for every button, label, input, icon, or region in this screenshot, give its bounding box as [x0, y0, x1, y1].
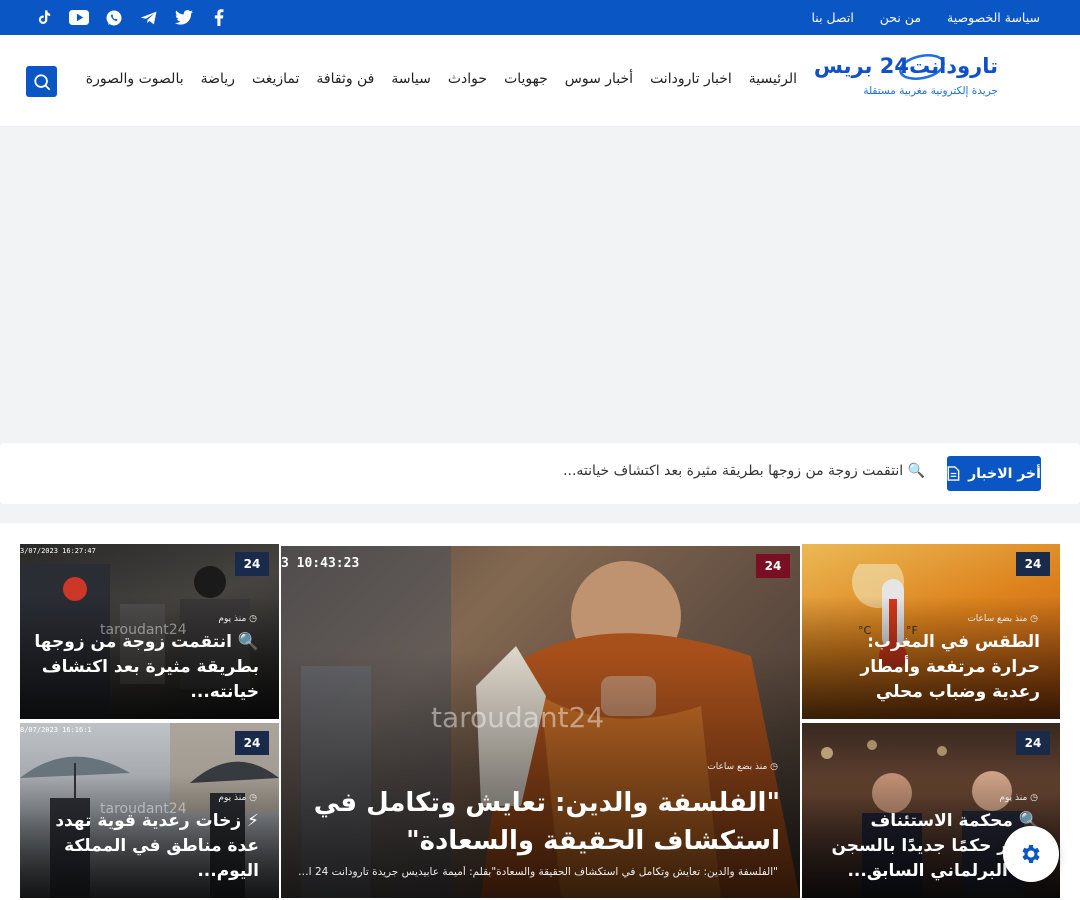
privacy-policy-link[interactable]: سياسة الخصوصية: [947, 10, 1040, 25]
card-title: 🔍 انتقمت زوجة من زوجها بطريقة مثيرة بعد …: [34, 632, 259, 702]
featured-card-revenge[interactable]: 3/07/2023 16:27:47 taroudant24 24 ◷ منذ …: [20, 544, 279, 719]
gear-icon: [1022, 845, 1040, 863]
latest-news-text: أخر الاخبار: [968, 465, 1041, 482]
card-time: ◷ منذ يوم: [218, 614, 257, 624]
card-time: ◷ منذ يوم: [218, 793, 257, 803]
image-timestamp: 3/07/2023 16:27:47: [20, 547, 96, 555]
image-timestamp: 3 10:43:23: [281, 556, 360, 571]
card-badge: 24: [1016, 552, 1050, 576]
logo-brand: تارودانت24 بريس: [813, 54, 998, 78]
nav-item-tamazight[interactable]: تمازيغت: [252, 71, 299, 87]
card-badge: 24: [756, 554, 790, 578]
search-button[interactable]: [26, 66, 57, 97]
ad-placeholder: [0, 128, 1080, 440]
site-header: تارودانت24 بريس جريدة إلكترونية مغربية م…: [0, 35, 1080, 127]
image-timestamp: 8/07/2023 16:16:1: [20, 726, 92, 734]
document-icon: [947, 466, 960, 481]
clock-icon: ◷: [246, 793, 257, 803]
card-title: "الفلسفة والدين: تعايش وتكامل في استكشاف…: [313, 788, 780, 856]
card-time: ◷ منذ بضع ساعات: [967, 614, 1038, 624]
nav-item-incidents[interactable]: حوادث: [448, 71, 487, 87]
logo-tagline: جريدة إلكترونية مغربية مستقلة: [863, 85, 998, 97]
settings-button[interactable]: [1003, 826, 1059, 882]
ticker-headline[interactable]: 🔍 انتقمت زوجة من زوجها بطريقة مثيرة بعد …: [563, 463, 925, 479]
main-nav: الرئيسية اخبار تارودانت أخبار سوس جهويات…: [57, 65, 797, 97]
social-links: [34, 0, 229, 35]
search-icon: [33, 73, 50, 90]
telegram-icon[interactable]: [139, 8, 159, 28]
featured-card-storms[interactable]: 8/07/2023 16:16:1 taroudant24 24 ◷ منذ ي…: [20, 723, 279, 898]
nav-item-art-culture[interactable]: فن وثقافة: [316, 71, 374, 87]
facebook-icon[interactable]: [209, 8, 229, 28]
nav-item-taroudant-news[interactable]: اخبار تارودانت: [650, 71, 732, 87]
contact-us-link[interactable]: اتصل بنا: [812, 10, 854, 25]
card-title: ⚡ زخات رعدية قوية تهدد عدة مناطق في المم…: [55, 811, 259, 881]
site-logo[interactable]: تارودانت24 بريس جريدة إلكترونية مغربية م…: [814, 54, 998, 104]
clock-icon: ◷: [246, 614, 257, 624]
youtube-icon[interactable]: [69, 8, 89, 28]
clock-icon: ◷: [767, 762, 778, 772]
top-bar: سياسة الخصوصية من نحن اتصل بنا: [0, 0, 1080, 35]
nav-item-souss-news[interactable]: أخبار سوس: [565, 71, 633, 87]
featured-card-weather[interactable]: °C °F 24 ◷ منذ بضع ساعات الطقس في المغرب…: [802, 544, 1060, 719]
nav-item-sports[interactable]: رياضة: [201, 71, 235, 87]
card-excerpt: "الفلسفة والدين: تعايش وتكامل في استكشاف…: [298, 866, 778, 878]
card-time: ◷ منذ يوم: [999, 793, 1038, 803]
card-badge: 24: [235, 731, 269, 755]
card-time: ◷ منذ بضع ساعات: [707, 762, 778, 772]
card-title: الطقس في المغرب: حرارة مرتفعة وأمطار رعد…: [860, 632, 1040, 702]
latest-news-label[interactable]: أخر الاخبار: [947, 456, 1041, 491]
image-watermark: taroudant24: [431, 701, 605, 734]
featured-card-philosophy[interactable]: 3 10:43:23 taroudant24 24 ◷ منذ بضع ساعا…: [281, 546, 800, 898]
card-badge: 24: [1016, 731, 1050, 755]
news-ticker: أخر الاخبار 🔍 انتقمت زوجة من زوجها بطريق…: [0, 443, 1080, 504]
whatsapp-icon[interactable]: [104, 8, 124, 28]
clock-icon: ◷: [1027, 793, 1038, 803]
nav-item-audio-video[interactable]: بالصوت والصورة: [86, 71, 184, 87]
clock-icon: ◷: [1027, 614, 1038, 624]
twitter-icon[interactable]: [174, 8, 194, 28]
about-us-link[interactable]: من نحن: [880, 10, 921, 25]
nav-item-politics[interactable]: سياسة: [391, 71, 430, 87]
nav-item-regional[interactable]: جهويات: [504, 71, 548, 87]
nav-item-home[interactable]: الرئيسية: [749, 71, 797, 87]
card-badge: 24: [235, 552, 269, 576]
top-links: سياسة الخصوصية من نحن اتصل بنا: [812, 0, 1041, 35]
tiktok-icon[interactable]: [34, 8, 54, 28]
